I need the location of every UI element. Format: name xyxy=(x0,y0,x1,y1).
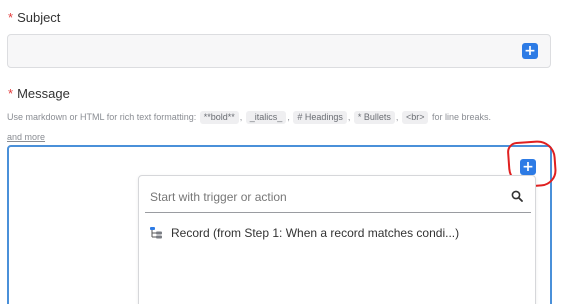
picker-item-record[interactable]: Record (from Step 1: When a record match… xyxy=(149,222,529,244)
code-italics: _italics_ xyxy=(245,111,287,124)
formatting-help: Use markdown or HTML for rich text forma… xyxy=(7,111,491,142)
subject-input[interactable] xyxy=(7,34,551,68)
message-label: * Message xyxy=(8,86,70,101)
picker-search-row[interactable]: Start with trigger or action xyxy=(145,180,531,213)
and-more-link[interactable]: and more xyxy=(7,132,45,142)
code-bullets: * Bullets xyxy=(353,111,395,124)
search-icon xyxy=(511,190,523,202)
required-asterisk: * xyxy=(8,86,14,101)
subject-insert-button[interactable]: + xyxy=(522,43,538,59)
picker-item-label: Record (from Step 1: When a record match… xyxy=(171,226,460,240)
code-headings: # Headings xyxy=(293,111,347,124)
data-picker-dropdown: Start with trigger or action Record (fro… xyxy=(138,175,536,304)
plus-icon: + xyxy=(524,43,536,59)
subject-label: * Subject xyxy=(8,10,60,25)
picker-search-input[interactable]: Start with trigger or action xyxy=(150,190,287,204)
required-asterisk: * xyxy=(8,10,14,25)
code-bold: **bold** xyxy=(199,111,239,124)
subject-label-text: Subject xyxy=(17,10,61,25)
record-tree-icon xyxy=(150,227,162,239)
help-prefix: Use markdown or HTML for rich text forma… xyxy=(7,112,197,122)
help-suffix: for line breaks. xyxy=(431,112,491,122)
code-br: <br> xyxy=(401,111,429,124)
message-label-text: Message xyxy=(17,86,70,101)
